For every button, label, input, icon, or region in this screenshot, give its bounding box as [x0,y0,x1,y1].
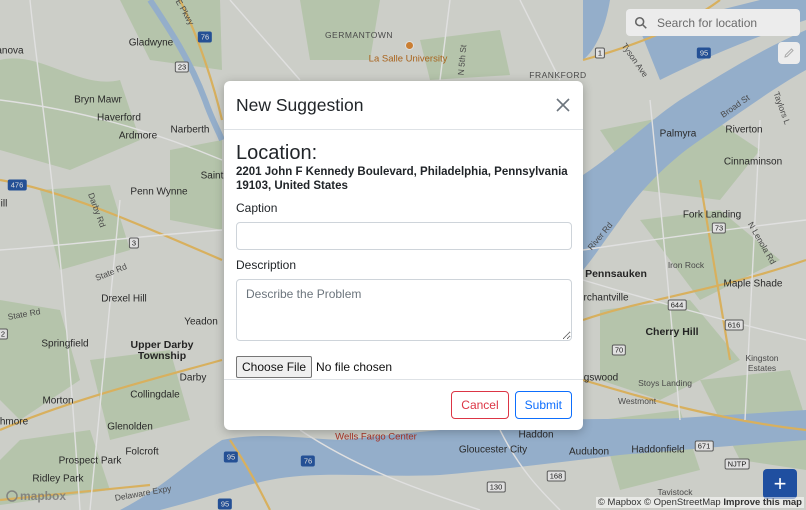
description-label: Description [236,258,297,272]
close-icon [556,98,570,112]
search-input[interactable]: Search for location [657,16,757,30]
description-textarea[interactable] [236,279,572,341]
attribution-mapbox-link[interactable]: © Mapbox [598,497,641,508]
search-icon [634,16,647,29]
choose-file-button[interactable]: Choose File [236,356,313,378]
pencil-icon [784,48,794,58]
draw-tool-button[interactable] [778,42,800,64]
modal-footer: Cancel Submit [224,379,583,430]
location-address: 2201 John F Kennedy Boulevard, Philadelp… [236,166,568,192]
modal-title: New Suggestion [236,94,364,115]
modal-body: Location: 2201 John F Kennedy Boulevard,… [224,130,583,378]
mapbox-logo[interactable]: mapbox [6,489,66,503]
file-upload-row: Choose File No file chosen [236,356,572,378]
location-heading: Location: [236,142,318,164]
close-button[interactable] [554,96,572,114]
caption-input[interactable] [236,222,572,250]
cancel-button[interactable]: Cancel [451,391,509,419]
add-suggestion-button[interactable]: + [763,469,797,499]
map-attribution: © Mapbox © OpenStreetMap Improve this ma… [595,497,804,508]
new-suggestion-modal: New Suggestion Location: 2201 John F Ken… [224,81,583,430]
modal-header: New Suggestion [224,81,583,130]
file-status-text: No file chosen [316,360,393,374]
mapbox-logo-icon [6,490,18,502]
improve-map-link[interactable]: Improve this map [723,497,802,508]
submit-button[interactable]: Submit [514,391,572,419]
mapbox-logo-text: mapbox [20,489,67,503]
location-search-box[interactable]: Search for location [626,9,800,36]
caption-label: Caption [236,201,278,215]
attribution-osm-link[interactable]: © OpenStreetMap [644,497,721,508]
